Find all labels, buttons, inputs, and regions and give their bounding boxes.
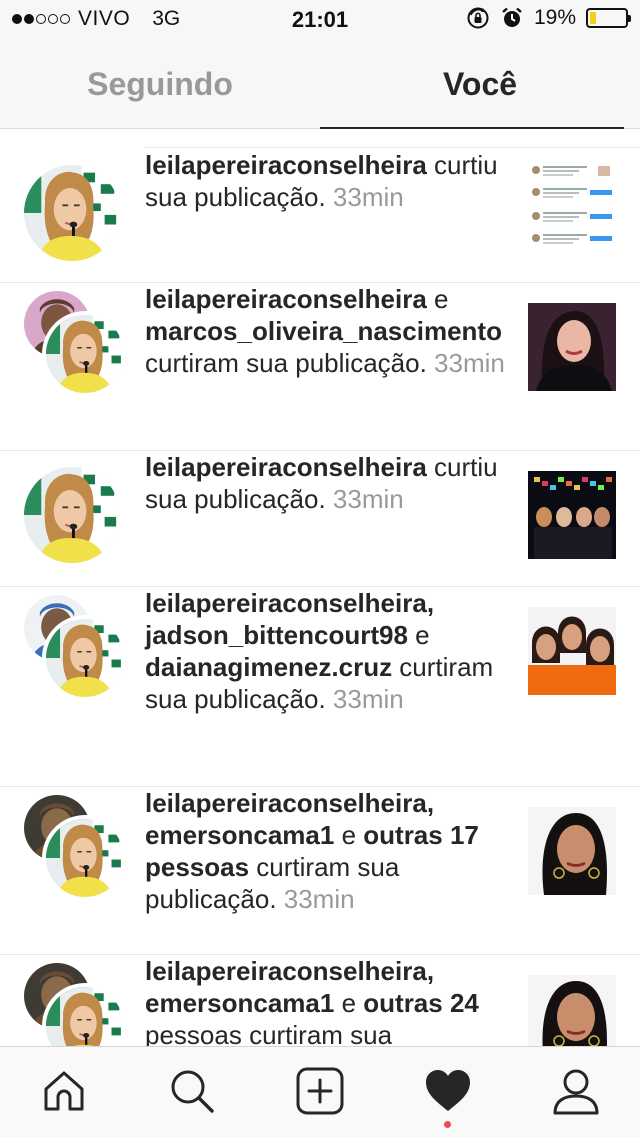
timestamp: 33min <box>283 884 355 914</box>
battery-percent: 19% <box>533 6 576 29</box>
avatar[interactable] <box>46 315 124 393</box>
avatar[interactable] <box>46 619 124 697</box>
tab-you[interactable]: Você <box>320 40 640 128</box>
notification-message: e <box>407 620 430 650</box>
notification-text: leilapereiraconselheira, emersoncama1 e … <box>145 955 515 1046</box>
username-link[interactable]: leilapereiraconselheira <box>145 452 427 482</box>
username-link[interactable]: leilapereiraconselheira <box>145 150 427 180</box>
notification-text: leilapereiraconselheira, emersoncama1 e … <box>145 787 515 915</box>
nav-home[interactable] <box>32 1059 96 1123</box>
notifications-feed[interactable]: leilapereiraconselheira curtiu sua publi… <box>0 129 640 1046</box>
avatar[interactable] <box>24 165 120 261</box>
tab-following[interactable]: Seguindo <box>0 40 320 128</box>
notification-message: curtiram sua publicação. <box>145 348 435 378</box>
activity-tabs: Seguindo Você <box>0 40 640 129</box>
search-icon <box>171 1070 214 1113</box>
home-icon <box>44 1071 84 1111</box>
notification-message: e <box>426 284 449 314</box>
notification-text: leilapereiraconselheira e marcos_oliveir… <box>145 283 515 379</box>
username-link[interactable]: jadson_bittencourt98 <box>145 620 408 650</box>
post-thumbnail[interactable] <box>528 607 616 695</box>
status-bar: VIVO 3G 21:01 19% <box>0 0 640 40</box>
notification-message: pessoas curtiram sua publicação. <box>145 1020 393 1046</box>
username-link[interactable]: leilapereiraconselheira <box>145 284 427 314</box>
nav-activity[interactable] <box>416 1059 480 1123</box>
username-link[interactable]: marcos_oliveira_nascimento <box>145 316 502 346</box>
nav-profile[interactable] <box>544 1059 608 1123</box>
alarm-icon <box>502 7 522 27</box>
notification-message: e <box>334 988 364 1018</box>
username-link[interactable]: outras 24 <box>363 988 479 1018</box>
post-thumbnail[interactable] <box>528 161 616 249</box>
post-thumbnail[interactable] <box>528 303 616 391</box>
orientation-lock-icon <box>467 7 489 29</box>
notification-message: e <box>334 820 364 850</box>
username-link[interactable]: leilapereiraconselheira, <box>145 956 434 986</box>
notification-text: leilapereiraconselheira curtiu sua publi… <box>145 451 515 515</box>
new-post-icon <box>296 1067 344 1115</box>
profile-icon <box>553 1069 599 1115</box>
bottom-navigation <box>0 1046 640 1137</box>
timestamp: 33min <box>332 484 404 514</box>
username-link[interactable]: daianagimenez.cruz <box>145 652 392 682</box>
nav-new-post[interactable] <box>288 1059 352 1123</box>
username-link[interactable]: leilapereiraconselheira, <box>145 588 434 618</box>
nav-search[interactable] <box>160 1059 224 1123</box>
post-thumbnail[interactable] <box>528 471 616 559</box>
timestamp: 33min <box>434 348 505 378</box>
timestamp: 33min <box>332 182 404 212</box>
notification-text: leilapereiraconselheira curtiu sua publi… <box>145 149 515 213</box>
post-thumbnail[interactable] <box>528 975 616 1046</box>
username-link[interactable]: emersoncama1 <box>145 988 334 1018</box>
notification-dot <box>444 1121 451 1128</box>
divider <box>144 147 640 148</box>
username-link[interactable]: leilapereiraconselheira, <box>145 788 434 818</box>
post-thumbnail[interactable] <box>528 807 616 895</box>
battery-level <box>590 12 597 24</box>
timestamp: 33min <box>332 684 404 714</box>
notification-text: leilapereiraconselheira, jadson_bittenco… <box>145 587 515 715</box>
avatar[interactable] <box>46 819 124 897</box>
status-right: 19% <box>466 6 631 30</box>
avatar[interactable] <box>24 467 120 563</box>
heart-icon <box>426 1070 470 1111</box>
battery-icon <box>586 8 631 28</box>
username-link[interactable]: emersoncama1 <box>145 820 334 850</box>
